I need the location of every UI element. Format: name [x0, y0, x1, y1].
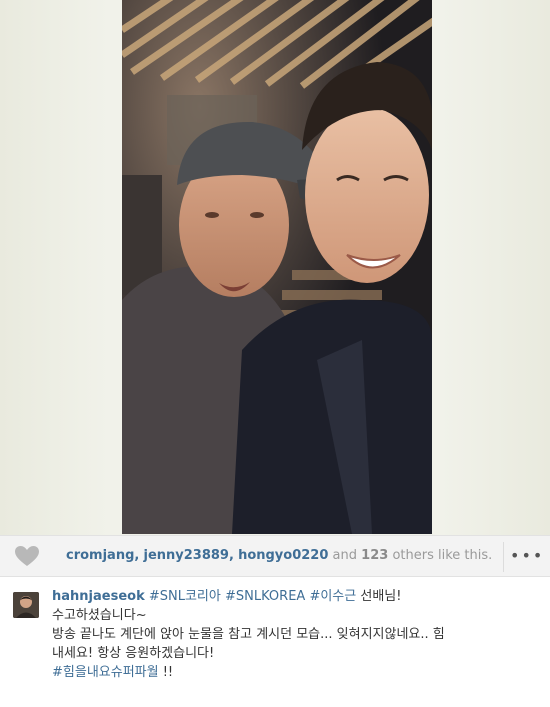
post-photo[interactable]	[122, 0, 432, 534]
comment-author[interactable]: hahnjaeseok	[52, 589, 145, 604]
comment-text: hahnjaeseok #SNL코리아 #SNLKOREA #이수근 선배님! …	[52, 587, 542, 682]
likes-suffix: others like this.	[392, 548, 493, 563]
hashtag-link[interactable]: #이수근	[309, 589, 356, 604]
divider	[503, 542, 504, 572]
photo-frame	[0, 0, 550, 535]
comment-line-3: 방송 끝나도 계단에 앉아 눈물을 참고 계시던 모습... 잊혀지지않네요..…	[52, 627, 445, 642]
liker-link[interactable]: jenny23889	[143, 548, 228, 563]
comment-line1-tail: 선배님!	[360, 589, 402, 604]
heart-icon[interactable]	[14, 545, 40, 567]
liker-link[interactable]: hongyo0220	[238, 548, 328, 563]
hashtag-link[interactable]: #SNL코리아	[149, 589, 221, 604]
hashtag-link[interactable]: #SNLKOREA	[225, 589, 305, 604]
comment-line-4: 내세요! 항상 응원하겠습니다!	[52, 646, 215, 661]
likes-and-text: and	[332, 548, 358, 563]
hashtag-link[interactable]: #힘을내요슈퍼파월	[52, 665, 159, 680]
like-bar: cromjang, jenny23889, hongyo0220 and 123…	[0, 535, 550, 577]
more-options-icon[interactable]: •••	[510, 544, 542, 570]
comment-line-2: 수고하셨습니다~	[52, 608, 147, 623]
caption-comment: hahnjaeseok #SNL코리아 #SNLKOREA #이수근 선배님! …	[0, 578, 550, 707]
liker-link[interactable]: cromjang	[66, 548, 134, 563]
likes-others-count[interactable]: 123	[361, 548, 388, 563]
comment-line-5: #힘을내요슈퍼파월 !!	[52, 663, 542, 682]
avatar[interactable]	[13, 592, 39, 618]
likes-summary: cromjang, jenny23889, hongyo0220 and 123…	[66, 548, 493, 563]
comment-line-1: hahnjaeseok #SNL코리아 #SNLKOREA #이수근 선배님!	[52, 587, 542, 606]
comment-final-tail: !!	[162, 665, 174, 680]
